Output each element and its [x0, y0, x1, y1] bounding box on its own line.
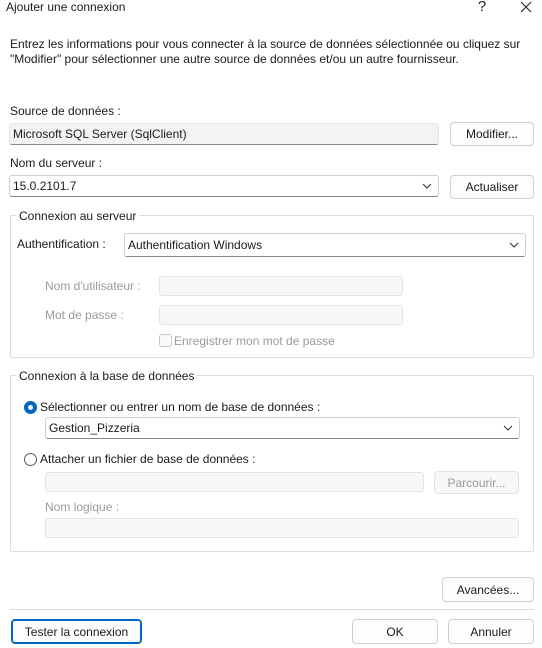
- auth-label: Authentification :: [17, 237, 106, 251]
- close-icon[interactable]: [514, 0, 538, 16]
- database-value: Gestion_Pizzeria: [49, 421, 140, 435]
- remember-password-label: Enregistrer mon mot de passe: [174, 334, 335, 348]
- intro-text: Entrez les informations pour vous connec…: [10, 37, 521, 66]
- attach-file-radio[interactable]: [24, 453, 37, 466]
- auth-value: Authentification Windows: [128, 238, 263, 252]
- data-source-field: Microsoft SQL Server (SqlClient): [9, 123, 439, 145]
- server-label: Nom du serveur :: [10, 156, 103, 170]
- auth-combo[interactable]: Authentification Windows: [124, 233, 526, 257]
- ok-button[interactable]: OK: [352, 619, 438, 644]
- username-input: [159, 276, 403, 296]
- database-combo[interactable]: Gestion_Pizzeria: [45, 417, 520, 439]
- footer-divider: [10, 609, 534, 610]
- advanced-button[interactable]: Avancées...: [442, 577, 534, 602]
- cancel-button[interactable]: Annuler: [448, 619, 534, 644]
- password-input: [159, 305, 403, 325]
- window-title: Ajouter une connexion: [6, 0, 126, 14]
- logical-name-label: Nom logique :: [45, 500, 120, 514]
- data-source-label: Source de données :: [10, 104, 121, 118]
- refresh-button[interactable]: Actualiser: [450, 175, 534, 199]
- chevron-down-icon[interactable]: [420, 180, 434, 192]
- attach-file-input: [45, 472, 424, 492]
- select-database-radio[interactable]: [24, 401, 37, 414]
- database-legend: Connexion à la base de données: [16, 369, 198, 383]
- username-label: Nom d'utilisateur :: [45, 279, 141, 293]
- server-value: 15.0.2101.7: [13, 179, 77, 193]
- attach-file-label[interactable]: Attacher un fichier de base de données :: [40, 452, 255, 466]
- password-label: Mot de passe :: [45, 308, 124, 322]
- browse-button: Parcourir...: [434, 471, 519, 494]
- modify-button[interactable]: Modifier...: [450, 122, 534, 146]
- help-icon[interactable]: ?: [470, 0, 494, 16]
- chevron-down-icon[interactable]: [507, 239, 521, 251]
- chevron-down-icon[interactable]: [501, 422, 515, 434]
- data-source-value: Microsoft SQL Server (SqlClient): [13, 127, 187, 141]
- remember-password-checkbox: [159, 334, 172, 347]
- select-database-label[interactable]: Sélectionner ou entrer un nom de base de…: [40, 400, 320, 414]
- server-connection-legend: Connexion au serveur: [16, 209, 140, 223]
- logical-name-input: [45, 518, 519, 538]
- server-combo[interactable]: 15.0.2101.7: [9, 175, 439, 197]
- test-connection-button[interactable]: Tester la connexion: [11, 619, 142, 644]
